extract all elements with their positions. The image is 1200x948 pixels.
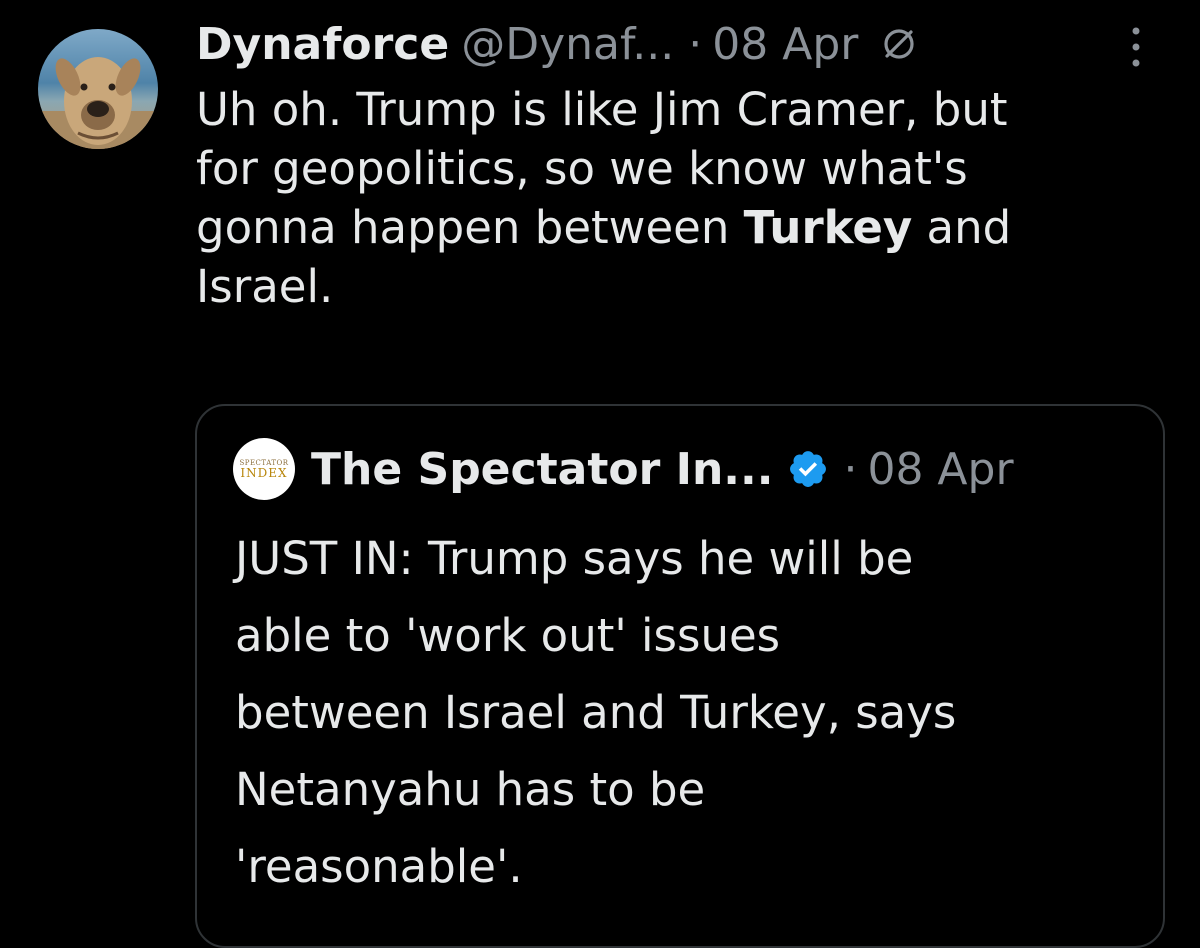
tweet-text-line: for geopolitics, so we know what's (196, 142, 968, 195)
author-handle[interactable]: @Dynaf... (461, 19, 674, 70)
tweet-text-bold-keyword: Turkey (743, 201, 913, 254)
tweet-header: Dynaforce @Dynaf... · 08 Apr (196, 12, 916, 76)
quoted-text-line: 'reasonable'. (235, 840, 523, 893)
tweet-text-segment: gonna happen between (196, 201, 744, 254)
author-display-name[interactable]: Dynaforce (196, 19, 449, 70)
no-entry-icon (882, 27, 916, 61)
quoted-avatar-logo-text-main: INDEX (240, 465, 288, 480)
quoted-author-avatar[interactable]: SPECTATOR INDEX (233, 438, 295, 500)
verified-badge-icon (787, 448, 829, 490)
quoted-tweet-card[interactable]: SPECTATOR INDEX The Spectator In... · 08… (195, 404, 1165, 948)
tweet[interactable]: Dynaforce @Dynaf... · 08 Apr Uh oh. Trum… (0, 0, 1200, 948)
tweet-text: Uh oh. Trump is like Jim Cramer, but for… (196, 80, 1166, 316)
quoted-tweet-text: JUST IN: Trump says he will be able to '… (235, 520, 1135, 905)
separator-dot: · (688, 18, 703, 70)
quoted-text-line: between Israel and Turkey, says (235, 686, 957, 739)
more-vertical-icon[interactable] (1124, 24, 1148, 70)
quoted-author-display-name[interactable]: The Spectator In... (311, 444, 773, 495)
tweet-date[interactable]: 08 Apr (712, 19, 858, 70)
dog-avatar-icon (38, 29, 158, 149)
quoted-text-line: Netanyahu has to be (235, 763, 706, 816)
separator-dot: · (843, 443, 858, 495)
quoted-text-line: JUST IN: Trump says he will be (235, 532, 914, 585)
tweet-text-line: gonna happen between Turkey and (196, 198, 1166, 257)
tweet-text-line: Israel. (196, 260, 334, 313)
quoted-text-line: able to 'work out' issues (235, 609, 781, 662)
quoted-tweet-header: SPECTATOR INDEX The Spectator In... · 08… (233, 438, 1014, 500)
quoted-tweet-date[interactable]: 08 Apr (867, 444, 1013, 495)
tweet-text-segment: and (912, 201, 1012, 254)
author-avatar[interactable] (38, 29, 158, 149)
tweet-text-line: Uh oh. Trump is like Jim Cramer, but (196, 83, 1008, 136)
